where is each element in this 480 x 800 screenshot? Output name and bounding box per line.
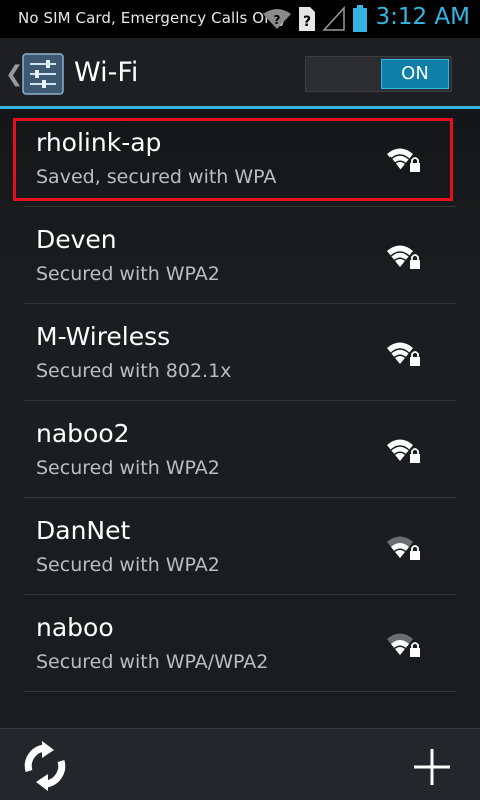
wifi-network-item[interactable]: M-Wireless Secured with 802.1x [24,304,456,401]
svg-text:?: ? [274,13,281,27]
action-bar-divider [0,106,480,109]
network-security-status: Secured with 802.1x [36,360,232,382]
network-security-status: Saved, secured with WPA [36,166,277,188]
network-security-status: Secured with WPA/WPA2 [36,651,269,673]
carrier-status-text: No SIM Card, Emergency Calls Only [18,9,288,27]
wifi-network-item[interactable]: naboo Secured with WPA/WPA2 [24,595,456,692]
no-signal-icon [322,6,345,31]
wifi-signal-weak-icon [387,536,420,560]
wifi-signal-weak-icon [387,633,420,657]
page-title: Wi-Fi [74,57,139,88]
network-security-status: Secured with WPA2 [36,457,220,479]
status-icons: ? ? [262,5,368,33]
wifi-network-item[interactable]: naboo2 Secured with WPA2 [24,401,456,498]
network-security-status: Secured with WPA2 [36,554,220,576]
network-name: Deven [36,225,117,254]
wifi-network-list: rholink-ap Saved, secured with WPA Deven… [24,110,456,692]
sim-unknown-icon: ? [299,7,315,31]
wifi-network-item[interactable]: DanNet Secured with WPA2 [24,498,456,595]
network-name: M-Wireless [36,322,171,351]
settings-app-icon[interactable] [22,53,64,95]
wifi-signal-strong-icon [387,148,420,172]
toggle-on-label: ON [381,59,449,89]
add-network-icon[interactable] [410,745,454,789]
wifi-toggle[interactable]: ON [305,56,452,92]
wifi-signal-strong-icon [387,439,420,463]
network-name: naboo [36,613,114,642]
wifi-signal-strong-icon [387,245,420,269]
wifi-settings-screen: No SIM Card, Emergency Calls Only ? ? 3:… [0,0,480,800]
wifi-unknown-icon: ? [263,9,291,29]
network-name: rholink-ap [36,128,162,157]
bottom-action-bar [0,728,480,800]
status-clock: 3:12 AM [375,4,470,30]
wifi-signal-strong-icon [387,342,420,366]
status-bar: No SIM Card, Emergency Calls Only ? ? 3:… [0,0,480,38]
svg-text:?: ? [303,14,311,30]
wifi-network-item[interactable]: Deven Secured with WPA2 [24,207,456,304]
scan-icon[interactable] [20,741,70,791]
network-name: DanNet [36,516,131,545]
network-name: naboo2 [36,419,130,448]
wifi-network-item[interactable]: rholink-ap Saved, secured with WPA [24,110,456,207]
network-security-status: Secured with WPA2 [36,263,220,285]
up-navigation-icon[interactable]: ❮ [5,62,23,87]
battery-icon [353,5,367,32]
